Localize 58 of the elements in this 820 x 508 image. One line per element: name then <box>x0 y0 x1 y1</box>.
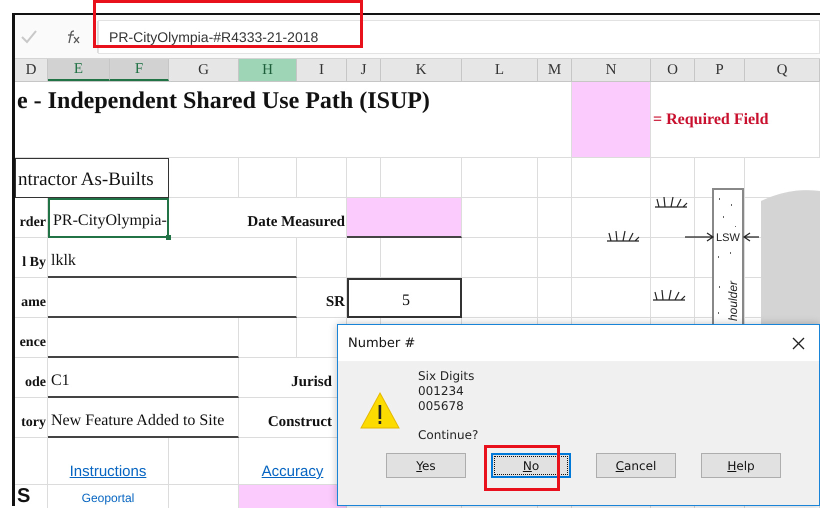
lane-label: LSW <box>716 232 740 244</box>
grass-icon <box>606 230 640 242</box>
field-label: Date Measured <box>169 198 347 238</box>
geoportal-link[interactable]: Geoportal <box>82 491 134 505</box>
arrow <box>742 232 760 242</box>
field-label: ame <box>15 278 48 318</box>
warning-icon <box>360 391 400 429</box>
formula-input[interactable]: PR-CityOlympia-#R4333-21-2018 <box>98 20 820 54</box>
check-icon[interactable] <box>21 30 37 44</box>
function-icon[interactable] <box>65 30 81 44</box>
dialog-button[interactable]: Yes <box>386 453 466 478</box>
grass-icon <box>654 196 688 208</box>
required-field[interactable] <box>239 485 347 508</box>
field-label: rder <box>15 198 48 238</box>
required-field-legend: = Required Field <box>651 82 820 158</box>
column-header[interactable]: J <box>347 59 381 81</box>
measured-by-field[interactable]: lklk <box>48 238 297 278</box>
field-label: ode <box>15 358 48 398</box>
name-field[interactable] <box>48 278 297 318</box>
column-header[interactable]: H <box>239 59 297 81</box>
sheet-title: e - Independent Shared Use Path (ISUP) <box>15 82 572 158</box>
section-heading: ntractor As-Builts <box>15 158 169 198</box>
column-header[interactable]: K <box>381 59 462 81</box>
sheet-cell[interactable] <box>462 238 538 278</box>
column-header[interactable]: P <box>695 59 745 81</box>
arrow <box>684 232 714 242</box>
column-header[interactable]: F <box>110 59 169 81</box>
field-label: l By <box>15 238 48 278</box>
message-line: 001234 <box>418 384 465 399</box>
code-field[interactable]: C1 <box>48 358 239 398</box>
message-line: 005678 <box>418 399 465 414</box>
dialog-button[interactable]: No <box>491 453 571 478</box>
dialog-title: Number # <box>348 336 416 350</box>
date-field[interactable] <box>347 198 462 238</box>
order-field[interactable]: PR-CityOlympia- <box>48 198 169 238</box>
shoulder-label: houlder <box>726 280 740 321</box>
accuracy-link[interactable]: Accuracy <box>262 463 324 480</box>
field-label: tory <box>15 398 48 438</box>
column-header[interactable]: L <box>462 59 538 81</box>
message-question: Continue? <box>418 428 478 443</box>
sr-field[interactable]: 5 <box>347 278 462 318</box>
column-header[interactable]: Q <box>745 59 820 81</box>
field-label: SR <box>297 278 347 318</box>
field-label: ence <box>15 318 48 358</box>
column-header[interactable]: M <box>538 59 572 81</box>
column-header[interactable]: O <box>651 59 695 81</box>
instructions-link[interactable]: Instructions <box>70 463 146 480</box>
history-field[interactable]: New Feature Added to Site <box>48 398 239 438</box>
message-line: Six Digits <box>418 369 476 384</box>
dialog-button[interactable]: Help <box>701 453 781 478</box>
grass-icon <box>652 289 686 301</box>
close-icon[interactable] <box>792 336 805 350</box>
column-header[interactable]: N <box>572 59 651 81</box>
column-header[interactable]: I <box>297 59 347 81</box>
column-header[interactable]: E <box>48 59 110 81</box>
reference-field[interactable] <box>48 318 239 358</box>
section-letter: S <box>15 485 48 508</box>
dialog-button[interactable]: Cancel <box>596 453 676 478</box>
